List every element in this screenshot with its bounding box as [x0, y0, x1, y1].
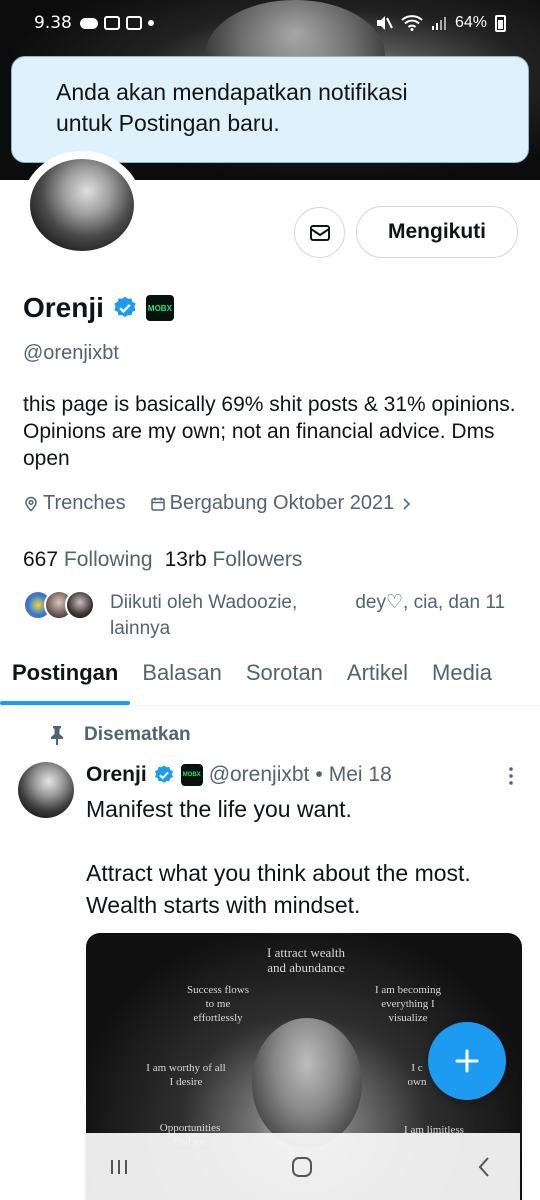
- post-separator: •: [315, 763, 323, 786]
- followers-stat[interactable]: 13rb Followers: [165, 548, 303, 572]
- profile-location: Trenches: [23, 492, 126, 515]
- post-author-name[interactable]: Orenji: [86, 763, 147, 787]
- followed-by[interactable]: Diikuti oleh Wadoozie, dey♡, cia, dan 11…: [23, 590, 540, 642]
- location-text: Trenches: [43, 492, 126, 514]
- followed-by-text: Diikuti oleh Wadoozie, dey♡, cia, dan 11…: [110, 592, 506, 639]
- tab-replies[interactable]: Balasan: [130, 652, 234, 705]
- status-time: 9.38: [34, 13, 72, 33]
- followers-label: Followers: [212, 548, 303, 571]
- image-caption: I attract wealth and abundance: [267, 945, 345, 975]
- followers-count: 13rb: [164, 548, 207, 571]
- back-icon: [478, 1156, 489, 1177]
- post-avatar[interactable]: [18, 762, 74, 818]
- message-button[interactable]: [294, 207, 345, 258]
- following-stat[interactable]: 667 Following: [23, 548, 153, 572]
- mute-icon: [376, 16, 393, 30]
- post-author-handle: @orenjixbt: [208, 763, 310, 786]
- plus-icon: [455, 1049, 479, 1073]
- toast-line-2: untuk Postingan baru.: [56, 110, 280, 136]
- affiliate-badge[interactable]: MOBX: [145, 295, 174, 321]
- compose-button[interactable]: [428, 1022, 506, 1100]
- following-button[interactable]: Mengikuti: [356, 206, 518, 258]
- tab-articles[interactable]: Artikel: [335, 652, 420, 705]
- following-count: 667: [23, 548, 59, 571]
- following-label: Following: [63, 548, 153, 571]
- affiliate-badge: MOBX: [180, 764, 203, 786]
- shop-icon: [125, 16, 142, 30]
- post-line: Attract what you think about the most.: [86, 860, 471, 886]
- tab-posts[interactable]: Postingan: [0, 652, 131, 705]
- pinned-indicator: Disematkan: [48, 724, 191, 746]
- system-nav-bar: [84, 1133, 520, 1200]
- verified-badge-icon[interactable]: [112, 295, 138, 321]
- image-caption: Success flows to me effortlessly: [186, 984, 250, 1024]
- post-line: Wealth starts with mindset.: [86, 892, 361, 918]
- image-caption: I am becoming everything I visualize: [375, 984, 441, 1024]
- notification-dot-icon: [147, 20, 154, 26]
- recents-icon: [111, 1159, 127, 1174]
- more-vertical-icon[interactable]: [504, 766, 518, 786]
- profile-meta: Trenches Bergabung Oktober 2021: [23, 492, 414, 515]
- mail-icon: [309, 224, 330, 241]
- battery-percent: 64%: [454, 14, 487, 31]
- profile-tabs: Postingan Balasan Sorotan Artikel Media: [0, 652, 540, 706]
- chevron-right-icon: [403, 497, 411, 510]
- toast-line-1: Anda akan mendapatkan notifikasi: [56, 79, 408, 105]
- back-button[interactable]: [470, 1152, 500, 1182]
- post-header: Orenji MOBX @orenjixbt • Mei 18: [86, 763, 392, 787]
- profile-handle: @orenjixbt: [23, 342, 119, 364]
- tab-highlights[interactable]: Sorotan: [234, 652, 335, 705]
- wifi-icon: [401, 15, 423, 31]
- profile-joined[interactable]: Bergabung Oktober 2021: [150, 492, 415, 515]
- location-pin-icon: [25, 496, 37, 512]
- status-bar: 9.38 64%: [0, 0, 540, 46]
- tab-media[interactable]: Media: [420, 652, 504, 705]
- post-date: Mei 18: [328, 763, 392, 786]
- cloud-icon: [79, 17, 98, 29]
- recents-button[interactable]: [104, 1152, 134, 1182]
- profile-avatar[interactable]: [22, 151, 142, 259]
- home-icon: [292, 1156, 312, 1177]
- post-text: Manifest the life you want. Attract what…: [86, 793, 526, 921]
- profile-name-row: Orenji MOBX: [23, 292, 174, 324]
- image-portrait: [252, 1018, 362, 1148]
- pin-icon: [51, 726, 63, 745]
- signal-icon: [431, 17, 446, 30]
- nav-bar-left: [0, 1133, 84, 1200]
- avatar: [65, 590, 95, 620]
- profile-bio: this page is basically 69% shit posts & …: [23, 393, 516, 470]
- home-button[interactable]: [287, 1152, 317, 1182]
- battery-icon: [495, 14, 506, 32]
- followed-by-avatars: [23, 590, 95, 642]
- pinned-label: Disematkan: [84, 724, 191, 745]
- follow-stats: 667 Following 13rb Followers: [23, 548, 302, 572]
- image-caption: I am worthy of all I desire: [146, 1062, 226, 1088]
- joined-text: Bergabung Oktober 2021: [169, 492, 395, 514]
- notification-toast: Anda akan mendapatkan notifikasi untuk P…: [11, 56, 529, 163]
- avatar-photo: [30, 159, 134, 251]
- verified-badge-icon: [154, 765, 173, 783]
- gallery-icon: [103, 16, 120, 30]
- profile-name: Orenji: [23, 292, 104, 323]
- image-caption: I c own: [407, 1062, 427, 1088]
- post-line: Manifest the life you want.: [86, 796, 352, 822]
- calendar-icon: [150, 497, 165, 511]
